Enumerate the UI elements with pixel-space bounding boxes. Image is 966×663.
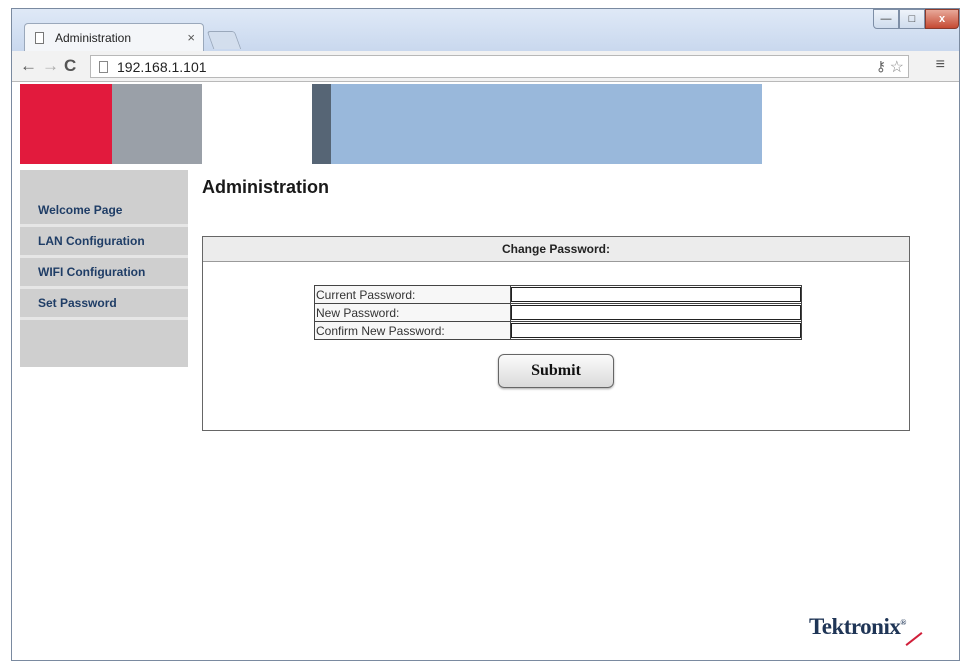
- browser-menu-icon[interactable]: ≡: [936, 56, 945, 74]
- sidebar-item-lan-configuration[interactable]: LAN Configuration: [20, 227, 188, 258]
- current-password-field[interactable]: [511, 287, 801, 302]
- minimize-button[interactable]: —: [873, 9, 899, 29]
- confirm-password-label: Confirm New Password:: [314, 321, 511, 340]
- browser-toolbar: ← → C 192.168.1.101 ⚷ ☆ ≡: [12, 51, 959, 82]
- change-password-panel: Change Password: Current Password: New P…: [202, 236, 910, 431]
- sidebar-nav: Welcome Page LAN Configuration WIFI Conf…: [20, 170, 188, 367]
- maximize-icon: □: [908, 13, 916, 25]
- page-title: Administration: [202, 177, 330, 197]
- tab-title: Administration: [55, 31, 132, 45]
- password-form-table: Current Password: New Password: Confirm …: [314, 285, 802, 340]
- bookmark-star-icon[interactable]: ☆: [890, 57, 904, 77]
- sidebar-item-wifi-configuration[interactable]: WIFI Configuration: [20, 258, 188, 289]
- table-row: Current Password:: [314, 285, 802, 304]
- sidebar-item-set-password[interactable]: Set Password: [20, 289, 188, 320]
- key-icon[interactable]: ⚷: [876, 58, 886, 75]
- sidebar-item-welcome-page[interactable]: Welcome Page: [20, 196, 188, 227]
- panel-title: Change Password:: [203, 237, 909, 262]
- new-tab-button[interactable]: [206, 31, 242, 49]
- tektronix-logo: Tektronix®: [809, 614, 906, 640]
- sidebar-item-label[interactable]: WIFI Configuration: [38, 265, 145, 279]
- new-password-field[interactable]: [511, 305, 801, 320]
- maximize-button[interactable]: □: [899, 9, 925, 29]
- banner-gray-block: [112, 84, 202, 164]
- confirm-password-field[interactable]: [511, 323, 801, 338]
- banner-red-block: [20, 84, 112, 164]
- current-password-label: Current Password:: [314, 285, 511, 304]
- brand-name: Tektronix: [809, 614, 901, 639]
- table-row: Confirm New Password:: [314, 321, 802, 340]
- banner-dark-block: [312, 84, 331, 164]
- address-url[interactable]: 192.168.1.101: [117, 59, 207, 75]
- close-icon: x: [938, 13, 946, 25]
- table-row: New Password:: [314, 303, 802, 322]
- address-bar[interactable]: 192.168.1.101 ⚷ ☆: [90, 55, 909, 78]
- forward-arrow-icon[interactable]: →: [42, 56, 59, 76]
- page-icon: [35, 32, 44, 44]
- browser-window: Administration × — □ x ← → C 192.168.1.1…: [11, 8, 960, 661]
- tab-strip: Administration × — □ x: [12, 9, 959, 51]
- logo-swoosh: [905, 632, 923, 646]
- sidebar-item-label[interactable]: Welcome Page: [38, 203, 122, 217]
- reload-icon[interactable]: C: [64, 56, 76, 76]
- submit-button[interactable]: Submit: [498, 354, 614, 388]
- new-password-label: New Password:: [314, 303, 511, 322]
- sidebar-item-label[interactable]: Set Password: [38, 296, 117, 310]
- sidebar-item-label[interactable]: LAN Configuration: [38, 234, 145, 248]
- page-viewport: Welcome Page LAN Configuration WIFI Conf…: [12, 82, 959, 660]
- close-window-button[interactable]: x: [925, 9, 959, 29]
- back-arrow-icon[interactable]: ←: [20, 56, 37, 76]
- minimize-icon: —: [880, 13, 892, 25]
- banner-blue-block: [331, 84, 762, 164]
- registered-mark: ®: [900, 618, 906, 627]
- page-icon: [99, 61, 108, 73]
- browser-tab[interactable]: Administration ×: [24, 23, 204, 51]
- tab-close-icon[interactable]: ×: [187, 30, 195, 45]
